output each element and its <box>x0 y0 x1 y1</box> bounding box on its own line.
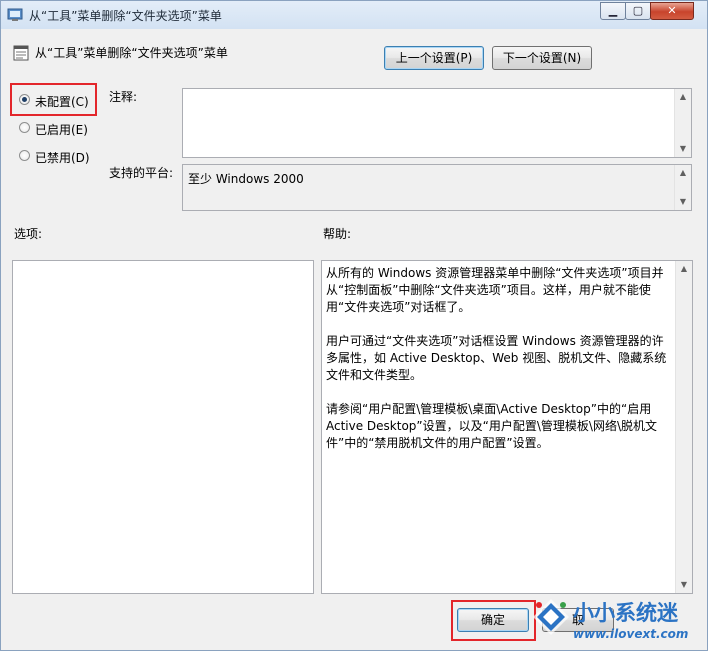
scroll-down-icon[interactable]: ▼ <box>675 141 691 157</box>
watermark-logo-icon <box>533 599 569 635</box>
scroll-up-icon[interactable]: ▲ <box>676 261 692 277</box>
supported-platform-field: 至少 Windows 2000 ▲ ▼ <box>182 164 692 211</box>
supported-platform-value: 至少 Windows 2000 <box>188 172 304 186</box>
radio-disabled-label: 已禁用(D) <box>35 151 90 165</box>
help-scrollbar[interactable]: ▲ ▼ <box>675 261 692 593</box>
comment-value[interactable] <box>183 89 691 92</box>
radio-dot[interactable] <box>19 122 30 133</box>
comment-textarea[interactable]: ▲ ▼ <box>182 88 692 158</box>
policy-setting-icon <box>13 45 29 61</box>
scroll-up-icon[interactable]: ▲ <box>675 165 691 181</box>
scroll-up-icon[interactable]: ▲ <box>675 89 691 105</box>
options-label: 选项: <box>14 227 43 241</box>
help-paragraph: 请参阅“用户配置\管理模板\桌面\Active Desktop”中的“启用 Ac… <box>326 402 657 450</box>
window-title: 从“工具”菜单删除“文件夹选项”菜单 <box>29 9 222 23</box>
radio-dot[interactable] <box>19 150 30 161</box>
radio-dot[interactable] <box>19 94 30 105</box>
supported-platform-label: 支持的平台: <box>109 166 174 180</box>
policy-dialog-window: 从“工具”菜单删除“文件夹选项”菜单 ▁ ▢ ✕ 从“工具”菜单删除“文件夹选项… <box>0 0 708 651</box>
policy-app-icon <box>7 8 23 21</box>
title-bar[interactable]: 从“工具”菜单删除“文件夹选项”菜单 ▁ ▢ ✕ <box>1 1 707 29</box>
help-paragraph: 从所有的 Windows 资源管理器菜单中删除“文件夹选项”项目并从“控制面板”… <box>326 266 664 314</box>
previous-setting-button[interactable]: 上一个设置(P) <box>384 46 484 70</box>
minimize-button[interactable]: ▁ <box>600 2 626 20</box>
radio-enabled-label: 已启用(E) <box>35 123 88 137</box>
close-button[interactable]: ✕ <box>650 2 694 20</box>
radio-not-configured-label: 未配置(C) <box>35 95 89 109</box>
policy-title: 从“工具”菜单删除“文件夹选项”菜单 <box>35 46 228 60</box>
help-panel: 从所有的 Windows 资源管理器菜单中删除“文件夹选项”项目并从“控制面板”… <box>321 260 693 594</box>
help-text: 从所有的 Windows 资源管理器菜单中删除“文件夹选项”项目并从“控制面板”… <box>326 265 672 469</box>
scroll-down-icon[interactable]: ▼ <box>675 194 691 210</box>
ok-button[interactable]: 确定 <box>457 608 529 632</box>
comment-label: 注释: <box>109 90 138 104</box>
options-panel <box>12 260 314 594</box>
help-label: 帮助: <box>323 227 352 241</box>
scroll-down-icon[interactable]: ▼ <box>676 577 692 593</box>
watermark-site-name: 小小系统迷 <box>573 601 678 625</box>
platform-scrollbar[interactable]: ▲ ▼ <box>674 165 691 210</box>
maximize-button[interactable]: ▢ <box>625 2 651 20</box>
next-setting-button[interactable]: 下一个设置(N) <box>492 46 592 70</box>
help-paragraph: 用户可通过“文件夹选项”对话框设置 Windows 资源管理器的许多属性，如 A… <box>326 334 667 382</box>
watermark-site-url: www.ilovext.com <box>573 627 689 641</box>
comment-scrollbar[interactable]: ▲ ▼ <box>674 89 691 157</box>
